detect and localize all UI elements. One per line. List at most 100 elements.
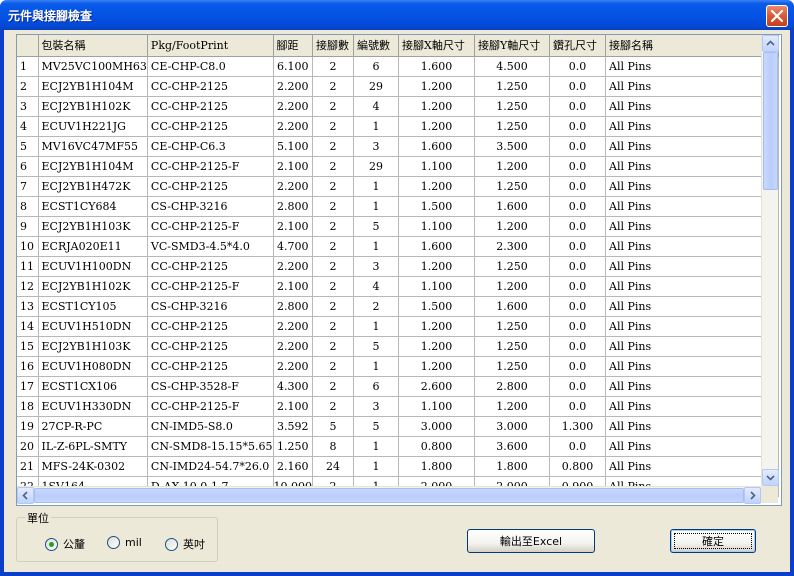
table-cell[interactable]: CC-CHP-2125: [147, 176, 274, 197]
table-cell[interactable]: CE-CHP-C6.3: [147, 136, 274, 157]
table-cell[interactable]: 1.600: [474, 196, 550, 217]
table-cell[interactable]: 3.000: [398, 416, 475, 437]
table-cell[interactable]: 1: [353, 316, 399, 337]
table-cell[interactable]: 0.0: [549, 116, 606, 137]
table-cell[interactable]: VC-SMD3-4.5*4.0: [147, 236, 274, 257]
table-cell[interactable]: ECST1CY105: [38, 296, 148, 317]
table-cell[interactable]: CC-CHP-2125: [147, 336, 274, 357]
table-cell[interactable]: All Pins: [605, 256, 779, 277]
row-number[interactable]: 21: [17, 456, 39, 477]
table-cell[interactable]: 0.0: [549, 256, 606, 277]
table-cell[interactable]: 2: [312, 156, 354, 177]
row-header-corner[interactable]: [17, 35, 39, 57]
table-cell[interactable]: 1.800: [474, 456, 550, 477]
table-cell[interactable]: 2: [353, 296, 399, 317]
table-row[interactable]: 12 ECJ2YB1H102K CC-CHP-2125-F 2.100 2 4 1.100 1…: [17, 276, 779, 297]
table-cell[interactable]: 0.0: [549, 136, 606, 157]
table-cell[interactable]: 1.250: [474, 256, 550, 277]
table-cell[interactable]: 1.200: [398, 76, 475, 97]
table-cell[interactable]: 2.800: [474, 376, 550, 397]
table-cell[interactable]: 1.200: [398, 356, 475, 377]
radio-inch[interactable]: [165, 537, 178, 551]
row-number[interactable]: 6: [17, 156, 39, 177]
scroll-up-button[interactable]: [762, 35, 779, 52]
table-row[interactable]: 20 IL-Z-6PL-SMTY CN-SMD8-15.15*5.65 1.250 8 1…: [17, 436, 779, 457]
table-cell[interactable]: CC-CHP-2125: [147, 96, 274, 117]
table-cell[interactable]: 1.600: [398, 136, 475, 157]
vertical-scrollbar[interactable]: [761, 35, 779, 486]
table-cell[interactable]: MV25VC100MH63: [38, 56, 148, 77]
ok-button[interactable]: 確定: [670, 529, 756, 553]
scroll-right-button[interactable]: [744, 487, 761, 504]
table-cell[interactable]: 2: [312, 56, 354, 77]
table-cell[interactable]: 2: [312, 176, 354, 197]
table-cell[interactable]: 1.250: [474, 76, 550, 97]
table-cell[interactable]: 1.200: [398, 116, 475, 137]
table-row[interactable]: 6 ECJ2YB1H104M CC-CHP-2125-F 2.100 2 29 1.100 1…: [17, 156, 779, 177]
table-cell[interactable]: All Pins: [605, 456, 779, 477]
table-cell[interactable]: 0.0: [549, 56, 606, 77]
table-cell[interactable]: All Pins: [605, 216, 779, 237]
table-cell[interactable]: 2.100: [273, 276, 313, 297]
table-row[interactable]: 3 ECJ2YB1H102K CC-CHP-2125 2.200 2 4 1.200 1.25…: [17, 96, 779, 117]
row-number[interactable]: 7: [17, 176, 39, 197]
table-cell[interactable]: 4.700: [273, 236, 313, 257]
table-cell[interactable]: 0.0: [549, 96, 606, 117]
table-cell[interactable]: 1.500: [398, 296, 475, 317]
row-number[interactable]: 12: [17, 276, 39, 297]
column-header[interactable]: 包裝名稱: [38, 35, 148, 57]
table-row[interactable]: 18 ECUV1H330DN CC-CHP-2125-F 2.100 2 3 1.100 1.…: [17, 396, 779, 417]
table-cell[interactable]: 1: [353, 236, 399, 257]
table-cell[interactable]: 2: [312, 256, 354, 277]
table-cell[interactable]: 2.200: [273, 176, 313, 197]
table-cell[interactable]: All Pins: [605, 296, 779, 317]
table-cell[interactable]: 2.800: [273, 296, 313, 317]
table-row[interactable]: 9 ECJ2YB1H103K CC-CHP-2125-F 2.100 2 5 1.100 1.…: [17, 216, 779, 237]
table-cell[interactable]: 2.160: [273, 456, 313, 477]
table-cell[interactable]: 1.200: [474, 216, 550, 237]
table-cell[interactable]: 1.200: [398, 176, 475, 197]
table-cell[interactable]: 0.0: [549, 176, 606, 197]
row-number[interactable]: 11: [17, 256, 39, 277]
table-cell[interactable]: 0.0: [549, 216, 606, 237]
table-cell[interactable]: 27CP-R-PC: [38, 416, 148, 437]
table-cell[interactable]: 1.600: [398, 56, 475, 77]
table-cell[interactable]: 2.100: [273, 156, 313, 177]
table-cell[interactable]: 6: [353, 376, 399, 397]
table-cell[interactable]: All Pins: [605, 356, 779, 377]
scroll-left-button[interactable]: [17, 487, 34, 504]
table-cell[interactable]: All Pins: [605, 316, 779, 337]
table-cell[interactable]: 2: [312, 196, 354, 217]
column-header[interactable]: Pkg/FootPrint: [147, 35, 274, 57]
table-cell[interactable]: ECJ2YB1H103K: [38, 216, 148, 237]
export-excel-button[interactable]: 輸出至Excel: [467, 529, 595, 553]
table-cell[interactable]: ECJ2YB1H102K: [38, 96, 148, 117]
table-row[interactable]: 11 ECUV1H100DN CC-CHP-2125 2.200 2 3 1.200 1.25…: [17, 256, 779, 277]
column-header[interactable]: 鑽孔尺寸: [549, 35, 606, 57]
table-cell[interactable]: 1.100: [398, 396, 475, 417]
table-row[interactable]: 5 MV16VC47MF55 CE-CHP-C6.3 5.100 2 3 1.600 3.50…: [17, 136, 779, 157]
column-header[interactable]: 腳距: [273, 35, 313, 57]
table-cell[interactable]: 6.100: [273, 56, 313, 77]
row-number[interactable]: 8: [17, 196, 39, 217]
row-number[interactable]: 13: [17, 296, 39, 317]
table-cell[interactable]: CC-CHP-2125: [147, 116, 274, 137]
table-row[interactable]: 4 ECUV1H221JG CC-CHP-2125 2.200 2 1 1.200 1.250…: [17, 116, 779, 137]
table-cell[interactable]: 3: [353, 396, 399, 417]
table-cell[interactable]: 2: [312, 216, 354, 237]
table-cell[interactable]: ECJ2YB1H472K: [38, 176, 148, 197]
table-cell[interactable]: 1.200: [398, 256, 475, 277]
column-header[interactable]: 編號數: [353, 35, 399, 57]
table-cell[interactable]: 5: [353, 336, 399, 357]
row-number[interactable]: 16: [17, 356, 39, 377]
table-cell[interactable]: ECRJA020E11: [38, 236, 148, 257]
table-cell[interactable]: ECUV1H221JG: [38, 116, 148, 137]
unit-option-mil[interactable]: mil: [107, 536, 142, 549]
table-cell[interactable]: 1.200: [474, 276, 550, 297]
table-cell[interactable]: 1.250: [474, 116, 550, 137]
table-cell[interactable]: All Pins: [605, 416, 779, 437]
table-cell[interactable]: 1.250: [474, 356, 550, 377]
table-cell[interactable]: CE-CHP-C8.0: [147, 56, 274, 77]
table-cell[interactable]: 1.100: [398, 216, 475, 237]
table-cell[interactable]: 2.800: [273, 196, 313, 217]
